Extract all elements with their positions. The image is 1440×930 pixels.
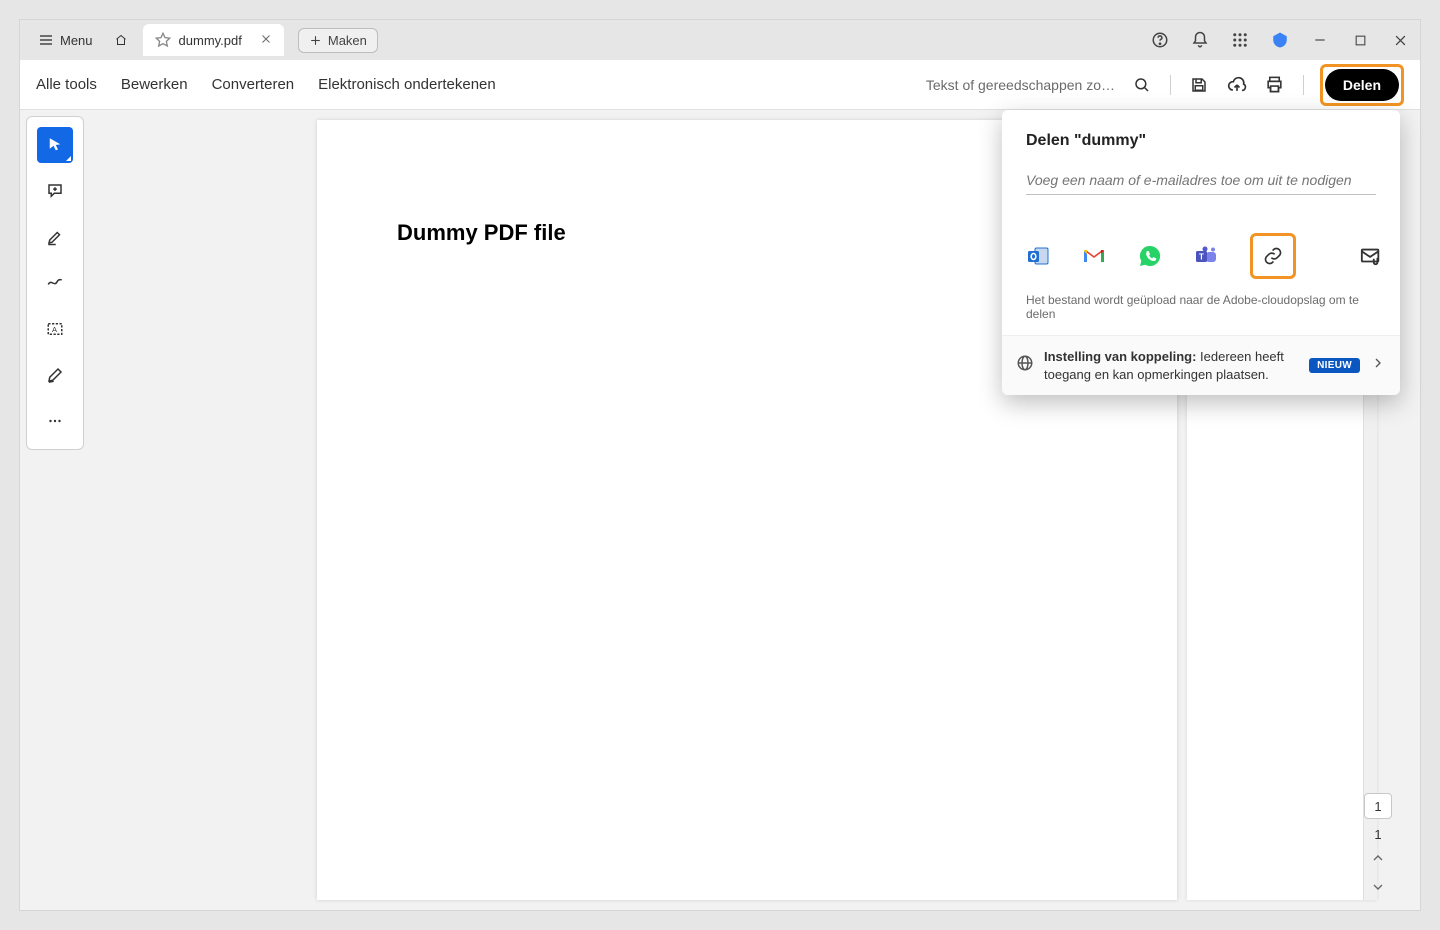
tool-draw[interactable] — [37, 265, 73, 301]
tab-convert[interactable]: Converteren — [212, 76, 295, 93]
create-button[interactable]: Maken — [298, 28, 378, 53]
new-badge: NIEUW — [1309, 358, 1360, 373]
draw-icon — [46, 274, 64, 292]
menu-label: Menu — [60, 33, 93, 48]
notifications-button[interactable] — [1188, 28, 1212, 52]
help-button[interactable] — [1148, 28, 1172, 52]
tool-comment[interactable] — [37, 173, 73, 209]
whatsapp-icon — [1138, 244, 1162, 268]
text-box-icon: A — [46, 320, 64, 338]
upload-note: Het bestand wordt geüpload naar de Adobe… — [1026, 293, 1376, 321]
page-total: 1 — [1374, 827, 1381, 842]
tab-edit[interactable]: Bewerken — [121, 76, 188, 93]
tab-all-tools[interactable]: Alle tools — [36, 76, 97, 93]
print-icon — [1265, 75, 1284, 94]
apps-grid-icon — [1231, 31, 1249, 49]
link-settings-expand[interactable] — [1370, 355, 1386, 376]
link-icon — [1263, 246, 1283, 266]
tool-text-box[interactable]: A — [37, 311, 73, 347]
share-outlook-button[interactable] — [1026, 244, 1050, 268]
copy-link-highlight — [1250, 233, 1296, 279]
link-settings-text: Instelling van koppeling: Iedereen heeft… — [1044, 348, 1299, 383]
menu-button[interactable]: Menu — [28, 26, 103, 54]
signature-icon — [46, 366, 64, 384]
share-email-attach-button[interactable] — [1360, 244, 1382, 268]
share-panel-title: Delen "dummy" — [1026, 132, 1376, 150]
cursor-icon — [46, 136, 64, 154]
document-heading: Dummy PDF file — [397, 220, 1097, 246]
divider — [1303, 75, 1304, 95]
share-whatsapp-button[interactable] — [1138, 244, 1162, 268]
comment-icon — [46, 182, 64, 200]
share-button[interactable]: Delen — [1325, 69, 1399, 101]
share-gmail-button[interactable] — [1082, 244, 1106, 268]
more-icon — [46, 412, 64, 430]
save-button[interactable] — [1187, 73, 1211, 97]
page-number-input[interactable]: 1 — [1364, 793, 1392, 819]
side-toolbar: A — [26, 116, 84, 450]
svg-text:A: A — [52, 325, 57, 334]
help-icon — [1151, 31, 1169, 49]
document-tab[interactable]: dummy.pdf — [143, 24, 284, 56]
chevron-up-icon — [1370, 850, 1386, 866]
share-button-highlight: Delen — [1320, 64, 1404, 106]
tab-close-button[interactable] — [260, 33, 272, 48]
window-close-button[interactable] — [1388, 28, 1412, 52]
tool-sign[interactable] — [37, 357, 73, 393]
close-icon — [1393, 33, 1408, 48]
link-settings-row[interactable]: Instelling van koppeling: Iedereen heeft… — [1002, 335, 1400, 395]
page-down-button[interactable] — [1370, 879, 1386, 900]
search-button[interactable] — [1130, 73, 1154, 97]
bell-icon — [1191, 31, 1209, 49]
home-button[interactable] — [109, 28, 133, 52]
search-placeholder-text[interactable]: Tekst of gereedschappen zoe… — [926, 77, 1116, 93]
divider — [1170, 75, 1171, 95]
copy-link-button[interactable] — [1261, 244, 1285, 268]
teams-icon: T — [1194, 244, 1218, 268]
mail-attach-icon — [1360, 245, 1382, 267]
apps-grid-button[interactable] — [1228, 28, 1252, 52]
window-maximize-button[interactable] — [1348, 28, 1372, 52]
tool-select[interactable] — [37, 127, 73, 163]
minimize-icon — [1313, 33, 1327, 47]
share-apps-row: T — [1026, 233, 1376, 279]
globe-icon — [1016, 354, 1034, 372]
page-up-button[interactable] — [1370, 850, 1386, 871]
chevron-down-icon — [1370, 879, 1386, 895]
link-settings-label: Instelling van koppeling: — [1044, 349, 1196, 364]
account-button[interactable] — [1268, 28, 1292, 52]
invite-input[interactable] — [1026, 168, 1376, 195]
cloud-upload-icon — [1227, 75, 1247, 95]
close-icon — [260, 33, 272, 45]
plus-icon — [309, 34, 322, 47]
titlebar: Menu dummy.pdf Maken — [20, 20, 1420, 60]
tool-more[interactable] — [37, 403, 73, 439]
share-teams-button[interactable]: T — [1194, 244, 1218, 268]
account-icon — [1271, 31, 1289, 49]
hamburger-icon — [38, 32, 54, 48]
page-navigation: 1 1 — [1364, 793, 1392, 900]
search-icon — [1133, 76, 1151, 94]
maximize-icon — [1354, 34, 1367, 47]
highlighter-icon — [46, 228, 64, 246]
svg-text:T: T — [1199, 253, 1204, 262]
chevron-right-icon — [1370, 355, 1386, 371]
print-button[interactable] — [1263, 73, 1287, 97]
upload-cloud-button[interactable] — [1225, 73, 1249, 97]
tab-esign[interactable]: Elektronisch ondertekenen — [318, 76, 496, 93]
share-panel: Delen "dummy" T H — [1002, 110, 1400, 395]
home-icon — [115, 31, 127, 49]
tab-filename: dummy.pdf — [179, 33, 242, 48]
save-icon — [1190, 76, 1208, 94]
create-label: Maken — [328, 33, 367, 48]
star-icon — [155, 32, 171, 48]
outlook-icon — [1026, 244, 1050, 268]
window-minimize-button[interactable] — [1308, 28, 1332, 52]
main-toolbar: Alle tools Bewerken Converteren Elektron… — [20, 60, 1420, 110]
tool-highlight[interactable] — [37, 219, 73, 255]
gmail-icon — [1082, 244, 1106, 268]
